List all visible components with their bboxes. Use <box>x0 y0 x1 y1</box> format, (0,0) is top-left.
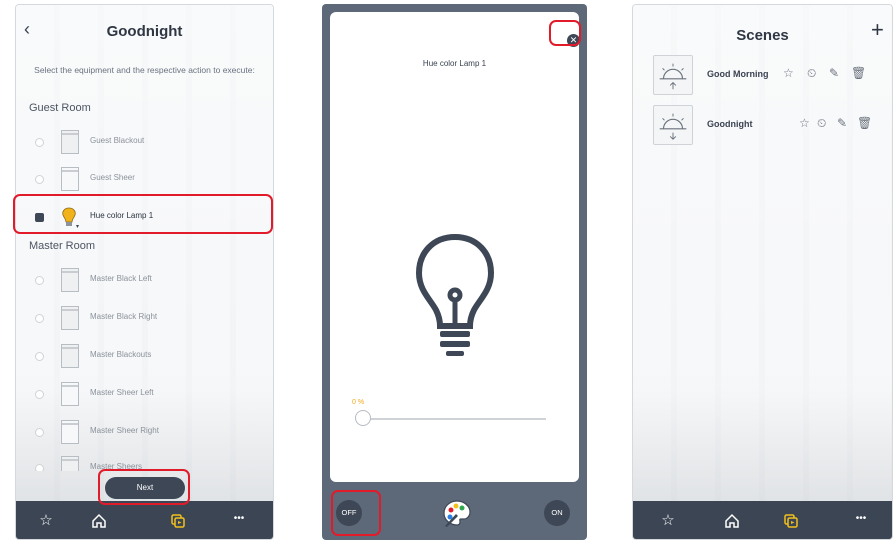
radio-button[interactable] <box>35 175 44 184</box>
radio-button[interactable] <box>35 428 44 437</box>
lamp-title: Hue color Lamp 1 <box>422 59 487 68</box>
home-icon[interactable] <box>722 513 742 529</box>
section-guest-room: Guest Room <box>29 102 91 114</box>
device-item-master-sheer-left[interactable]: Master Sheer Left <box>16 379 273 409</box>
sheer-blind-icon <box>61 382 79 406</box>
device-label: Guest Blackout <box>90 136 145 145</box>
device-label: Guest Sheer <box>90 173 135 182</box>
scenes-icon[interactable] <box>781 513 801 529</box>
scenes-icon[interactable] <box>168 513 188 529</box>
page-title: Scenes <box>736 27 789 44</box>
blind-group-icon <box>61 456 79 471</box>
star-icon[interactable]: ☆ <box>799 116 810 130</box>
home-icon[interactable] <box>89 513 109 529</box>
device-label: Master Sheer Right <box>90 426 159 435</box>
scene-row-good-morning[interactable]: Good Morning ☆ ⏲ ✎ 🗑 <box>653 55 892 95</box>
scene-name: Good Morning <box>707 69 769 79</box>
color-palette-icon[interactable] <box>442 498 472 528</box>
light-bulb-icon <box>415 233 495 356</box>
radio-button[interactable] <box>35 276 44 285</box>
more-icon[interactable]: ••• <box>851 513 871 524</box>
sheer-blind-icon <box>61 167 79 191</box>
edit-icon[interactable]: ✎ <box>837 116 847 130</box>
sheer-blind-icon <box>61 420 79 444</box>
radio-button[interactable] <box>35 464 44 471</box>
sunrise-icon <box>653 55 693 95</box>
trash-icon[interactable]: 🗑 <box>857 116 872 130</box>
instruction-text: Select the equipment and the respective … <box>34 65 255 75</box>
star-icon[interactable]: ☆ <box>36 511 56 529</box>
blackout-blind-icon <box>61 306 79 330</box>
lamp-control-screen: Hue color Lamp 1 ✕ OFF ON <box>322 4 587 540</box>
device-label: Master Sheer Left <box>90 388 154 397</box>
radio-button[interactable] <box>35 352 44 361</box>
device-item-master-black-left[interactable]: Master Black Left <box>16 265 273 295</box>
on-button[interactable]: ON <box>544 500 570 526</box>
star-icon[interactable]: ☆ <box>658 511 678 529</box>
plus-icon[interactable]: + <box>871 19 884 41</box>
highlight-off-button <box>331 490 381 536</box>
header: ‹ Goodnight <box>16 5 273 49</box>
device-item-master-blackouts[interactable]: Master Blackouts <box>16 341 273 371</box>
brightness-value: 0 % <box>352 399 365 406</box>
brightness-slider-track[interactable] <box>366 418 546 420</box>
radio-button[interactable] <box>35 390 44 399</box>
device-label: Master Black Right <box>90 312 158 321</box>
device-item-master-sheer-right[interactable]: Master Sheer Right <box>16 417 273 447</box>
device-item-master-black-right[interactable]: Master Black Right <box>16 303 273 333</box>
radio-button[interactable] <box>35 314 44 323</box>
highlight-next-button <box>98 469 190 505</box>
scene-name: Goodnight <box>707 119 753 129</box>
trash-icon[interactable]: 🗑 <box>851 66 866 80</box>
tab-bar: ☆ ••• <box>633 501 892 539</box>
star-icon[interactable]: ☆ <box>783 66 794 80</box>
device-label: Master Blackouts <box>90 350 152 359</box>
sunset-icon <box>653 105 693 145</box>
scene-row-goodnight[interactable]: Goodnight ☆ ⏲ ✎ 🗑 <box>653 105 892 145</box>
device-item-guest-sheer[interactable]: Guest Sheer <box>16 164 273 194</box>
radio-button[interactable] <box>35 138 44 147</box>
blackout-blind-icon <box>61 268 79 292</box>
section-master-room: Master Room <box>29 240 96 252</box>
highlight-close-button <box>549 20 581 46</box>
timer-icon[interactable]: ⏲ <box>807 66 816 81</box>
device-label: Master Black Left <box>90 274 152 283</box>
brightness-slider-handle[interactable] <box>355 410 371 426</box>
more-icon[interactable]: ••• <box>229 513 249 524</box>
device-item-guest-blackout[interactable]: Guest Blackout <box>16 127 273 157</box>
blind-group-icon <box>61 344 79 368</box>
equipment-selection-screen: ‹ Goodnight Select the equipment and the… <box>15 4 274 540</box>
page-title: Goodnight <box>106 23 183 40</box>
blackout-blind-icon <box>61 130 79 154</box>
timer-icon[interactable]: ⏲ <box>817 116 826 131</box>
edit-icon[interactable]: ✎ <box>829 66 839 80</box>
highlight-selected-device <box>13 194 273 234</box>
tab-bar: ☆ ••• <box>16 501 273 539</box>
scenes-screen: Scenes + Good Morning ☆ ⏲ ✎ 🗑 Goodnight … <box>632 4 893 540</box>
